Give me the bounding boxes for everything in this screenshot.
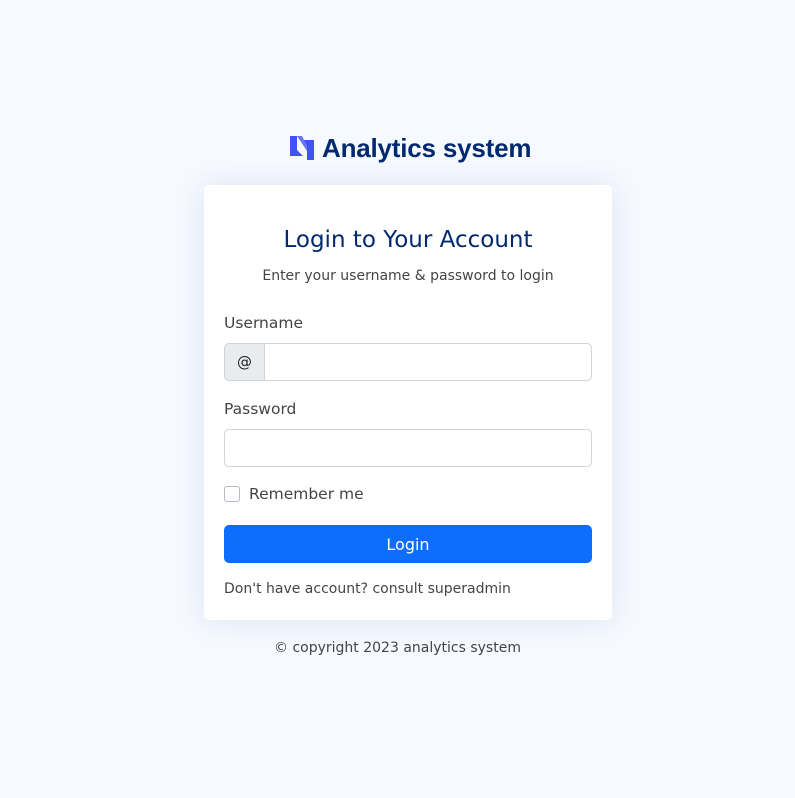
- login-page: Analytics system Login to Your Account E…: [0, 0, 795, 798]
- password-label: Password: [224, 400, 297, 418]
- username-input-group: @: [224, 343, 592, 381]
- remember-me-checkbox[interactable]: [224, 486, 240, 502]
- username-label: Username: [224, 314, 304, 332]
- brand-name: Analytics system: [322, 132, 532, 163]
- brand-header[interactable]: Analytics system: [289, 132, 531, 164]
- copyright-text: © copyright 2023 analytics system: [274, 640, 521, 656]
- password-input[interactable]: [224, 429, 592, 467]
- login-button[interactable]: Login: [224, 525, 592, 563]
- login-card: Login to Your Account Enter your usernam…: [204, 185, 612, 620]
- username-prefix: @: [224, 343, 264, 381]
- login-title: Login to Your Account: [283, 227, 533, 253]
- login-subtitle: Enter your username & password to login: [262, 268, 554, 284]
- username-input[interactable]: [264, 343, 592, 381]
- remember-me-label[interactable]: Remember me: [249, 485, 364, 503]
- remember-me[interactable]: Remember me: [224, 485, 364, 503]
- signup-note: Don't have account? consult superadmin: [224, 581, 511, 597]
- analytics-logo-icon: [290, 136, 314, 160]
